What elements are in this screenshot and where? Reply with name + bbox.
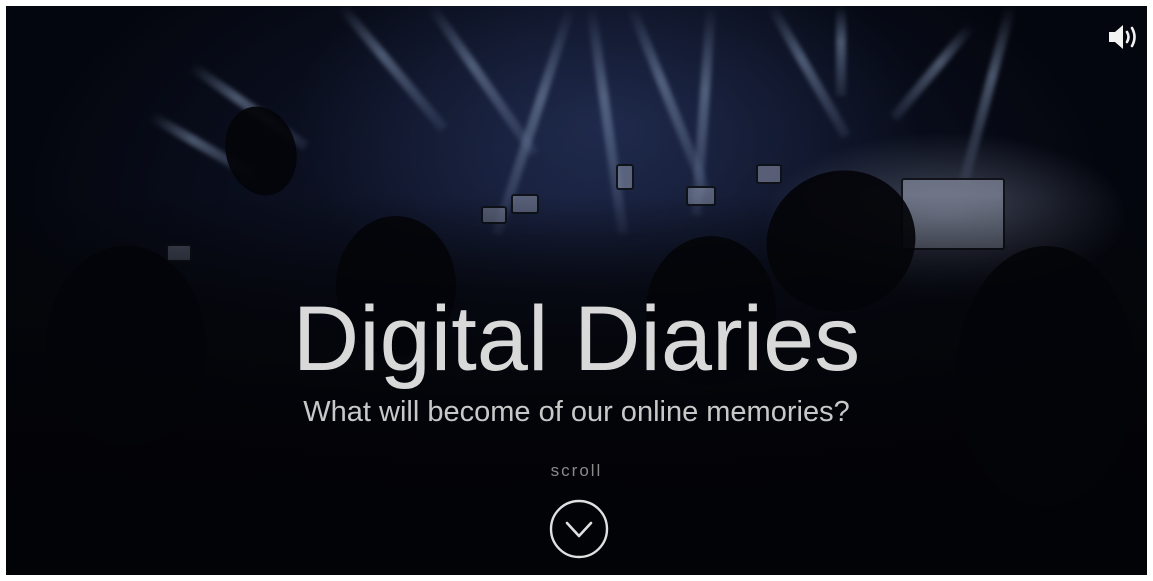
page-title: Digital Diaries [292,288,861,390]
scroll-down-button[interactable] [549,499,609,559]
hero-section: Digital Diaries What will become of our … [6,6,1147,575]
page-subtitle: What will become of our online memories? [303,396,850,428]
scroll-label: scroll [550,461,603,480]
speaker-volume-icon[interactable] [1107,24,1141,50]
chevron-down-circle-icon [549,499,609,559]
